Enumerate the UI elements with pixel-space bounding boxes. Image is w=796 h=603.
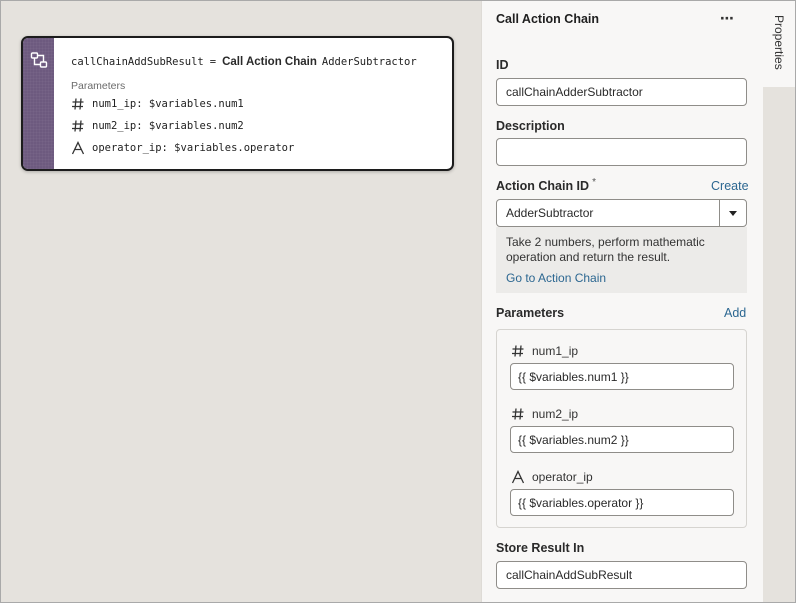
parameter-value-field[interactable]: {{ $variables.operator }} <box>510 489 734 516</box>
text-type-icon <box>71 141 85 155</box>
action-chain-icon <box>30 52 48 68</box>
hash-icon <box>72 120 84 132</box>
parameters-box: num1_ip {{ $variables.num1 }} num2_ip {{… <box>496 329 747 528</box>
card-parameters-label: Parameters <box>71 80 126 92</box>
properties-panel: Call Action Chain ⋯ ID callChainAdderSub… <box>481 1 763 602</box>
side-tab-strip: Properties <box>763 1 795 602</box>
store-result-field[interactable]: callChainAddSubResult <box>496 561 747 589</box>
tab-properties[interactable]: Properties <box>763 1 795 87</box>
chain-name: AdderSubtractor <box>321 56 417 68</box>
action-chain-id-label: Action Chain ID * <box>496 177 596 193</box>
dropdown-button[interactable] <box>719 200 746 226</box>
action-chain-description: Take 2 numbers, perform mathematic opera… <box>496 227 747 293</box>
equals-sign: = <box>209 56 217 68</box>
action-kind: Call Action Chain <box>222 56 317 68</box>
card-param-text: operator_ip: $variables.operator <box>92 142 295 154</box>
parameter-value-field[interactable]: {{ $variables.num1 }} <box>510 363 734 390</box>
id-field[interactable]: callChainAdderSubtractor <box>496 78 747 106</box>
call-action-chain-card[interactable]: callChainAddSubResult = Call Action Chain A… <box>21 36 454 171</box>
add-parameter-link[interactable]: Add <box>724 306 746 320</box>
description-field[interactable] <box>496 138 747 166</box>
panel-title: Call Action Chain <box>496 12 600 26</box>
hash-icon <box>512 345 524 357</box>
text-type-icon <box>511 470 525 484</box>
tab-properties-label: Properties <box>772 15 786 70</box>
id-label: ID <box>496 58 509 72</box>
card-param-text: num2_ip: $variables.num2 <box>92 120 244 132</box>
card-param-text: num1_ip: $variables.num1 <box>92 98 244 110</box>
card-title: callChainAddSubResult = Call Action Chain A… <box>71 54 417 68</box>
parameter-name: operator_ip <box>532 470 593 484</box>
required-mark: * <box>592 177 596 188</box>
action-chain-id-label-text: Action Chain ID <box>496 179 590 193</box>
diagram-canvas[interactable]: callChainAddSubResult = Call Action Chain A… <box>1 1 481 602</box>
go-to-action-chain-link[interactable]: Go to Action Chain <box>506 271 738 286</box>
hash-icon <box>512 408 524 420</box>
create-link[interactable]: Create <box>711 179 749 193</box>
chain-description-text: Take 2 numbers, perform mathematic opera… <box>506 235 705 264</box>
parameter-label-row: num2_ip <box>511 407 578 421</box>
store-result-label: Store Result In <box>496 541 585 555</box>
action-chain-select[interactable]: AdderSubtractor <box>496 199 747 227</box>
chevron-down-icon <box>729 211 737 216</box>
parameter-label-row: operator_ip <box>511 470 593 484</box>
card-param-row: num2_ip: $variables.num2 <box>71 118 244 134</box>
parameter-value-field[interactable]: {{ $variables.num2 }} <box>510 426 734 453</box>
parameter-name: num1_ip <box>532 344 579 358</box>
hash-icon <box>72 98 84 110</box>
parameter-label-row: num1_ip <box>511 344 578 358</box>
parameters-label: Parameters <box>496 306 565 320</box>
card-param-row: num1_ip: $variables.num1 <box>71 96 244 112</box>
result-variable: callChainAddSubResult <box>71 56 204 68</box>
action-chain-select-value: AdderSubtractor <box>506 206 594 220</box>
more-options-icon[interactable]: ⋯ <box>720 10 735 27</box>
parameter-name: num2_ip <box>532 407 579 421</box>
card-side-strip <box>23 38 54 169</box>
description-label: Description <box>496 119 565 133</box>
card-param-row: operator_ip: $variables.operator <box>71 140 294 156</box>
